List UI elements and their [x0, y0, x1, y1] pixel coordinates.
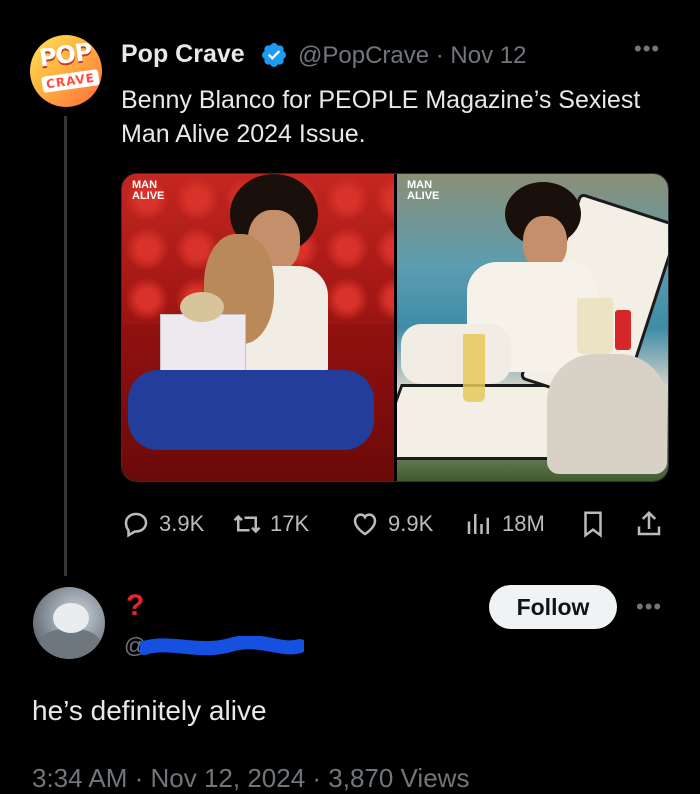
like-count: 9.9K — [388, 511, 434, 536]
reply-author-name[interactable]: ? — [126, 589, 144, 623]
more-icon[interactable]: ••• — [634, 36, 660, 62]
verified-badge-icon — [262, 43, 286, 67]
reply-avatar[interactable] — [33, 587, 105, 659]
tweet-text: Benny Blanco for PEOPLE Magazine’s Sexie… — [121, 86, 641, 148]
logo-text-pop: POP — [37, 37, 94, 73]
repost-action[interactable]: 17K — [232, 509, 309, 539]
drink-glass — [463, 334, 485, 402]
avatar-figure-body — [39, 629, 101, 659]
author-handle: @PopCrave — [298, 42, 430, 69]
thread-connector-line — [64, 116, 67, 576]
date-separator: · — [429, 42, 451, 69]
reply-text: he’s definitely alive — [32, 695, 267, 726]
share-icon — [637, 510, 661, 536]
pants — [128, 370, 374, 450]
reply-count: 3.9K — [159, 511, 205, 536]
avatar-figure-head — [53, 603, 89, 633]
shorts — [401, 324, 511, 384]
bookmark-action[interactable] — [578, 509, 608, 539]
handle-and-date[interactable]: @PopCrave · Nov 12 — [298, 42, 526, 70]
tweet-date: Nov 12 — [450, 42, 527, 69]
reply-action[interactable]: 3.9K — [121, 509, 204, 539]
share-action[interactable] — [634, 509, 664, 539]
repost-icon — [233, 514, 261, 534]
reply-more-icon[interactable]: ••• — [636, 594, 662, 620]
author-name[interactable]: Pop Crave — [121, 40, 245, 69]
media-photo-2[interactable]: MAN ALIVE — [397, 174, 668, 481]
logo-text-crave: CRAVE — [41, 69, 100, 93]
magazine-caption-1: MAN ALIVE — [132, 179, 165, 202]
cocktail-pitcher — [577, 298, 613, 354]
bookmark-icon — [584, 511, 602, 538]
follow-button[interactable]: Follow — [489, 585, 617, 629]
reply-timestamp-views[interactable]: 3:34 AM · Nov 12, 2024 · 3,870 Views — [32, 763, 469, 794]
side-table — [547, 354, 667, 474]
like-action[interactable]: 9.9K — [350, 509, 433, 539]
soda-can — [615, 310, 631, 350]
tweet-media[interactable]: MAN ALIVE MAN ALIVE — [121, 173, 669, 482]
views-count: 18M — [502, 511, 545, 536]
gift-bow — [180, 292, 224, 322]
like-icon — [353, 513, 377, 536]
author-avatar[interactable]: POP CRAVE — [30, 35, 102, 107]
repost-count: 17K — [270, 511, 310, 536]
media-photo-1[interactable]: MAN ALIVE — [122, 174, 394, 481]
views-action[interactable]: 18M — [464, 509, 545, 539]
views-icon — [467, 514, 489, 534]
magazine-caption-2: MAN ALIVE — [407, 179, 440, 202]
reply-icon — [124, 512, 148, 538]
redaction-scribble — [140, 636, 304, 656]
